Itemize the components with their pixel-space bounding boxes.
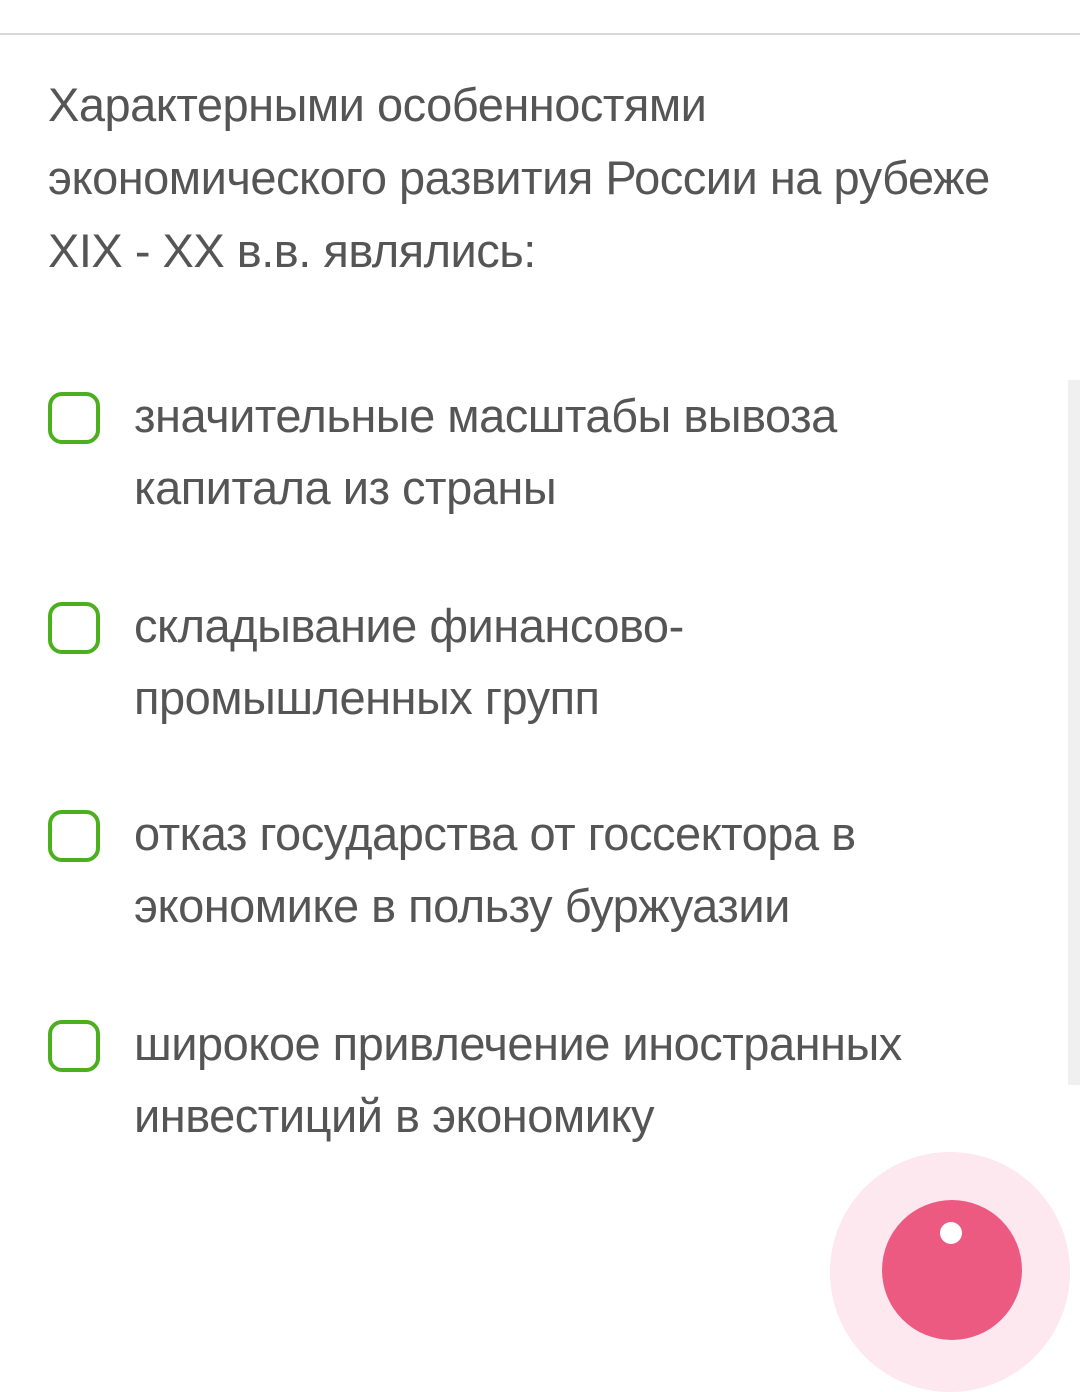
answer-option-1[interactable]: значительные масштабы вывоза капитала из…	[48, 380, 1008, 540]
scrollbar[interactable]	[1068, 380, 1080, 1085]
answer-option-2[interactable]: складывание финансово-промышленных групп	[48, 590, 1008, 750]
checkbox[interactable]	[48, 392, 100, 444]
checkbox[interactable]	[48, 810, 100, 862]
floating-action-button[interactable]	[882, 1200, 1022, 1340]
answer-option-label: отказ государства от госсектора в эконом…	[134, 807, 856, 932]
question-text: Характерными особенностями экономическог…	[48, 78, 990, 277]
answer-option-label: значительные масштабы вывоза капитала из…	[134, 389, 837, 514]
checkbox[interactable]	[48, 1020, 100, 1072]
checkbox[interactable]	[48, 602, 100, 654]
header-divider	[0, 33, 1080, 35]
answer-option-label: складывание финансово-промышленных групп	[134, 599, 684, 724]
answer-option-label: широкое привлечение иностранных инвестиц…	[134, 1017, 902, 1142]
answer-option-3[interactable]: отказ государства от госсектора в эконом…	[48, 798, 1008, 958]
add-icon	[940, 1222, 962, 1244]
answer-option-4[interactable]: широкое привлечение иностранных инвестиц…	[48, 1008, 1008, 1168]
